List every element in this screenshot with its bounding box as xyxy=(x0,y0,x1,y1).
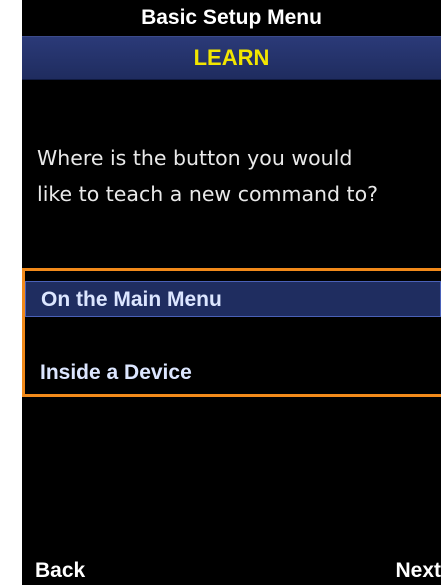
prompt-text: Where is the button you would like to te… xyxy=(37,146,379,206)
options-list: On the Main Menu Inside a Device xyxy=(22,268,441,397)
menu-title: Basic Setup Menu xyxy=(22,0,441,36)
softkey-bar: Back Next xyxy=(22,557,441,585)
back-button[interactable]: Back xyxy=(35,557,85,585)
option-main-menu[interactable]: On the Main Menu xyxy=(25,281,441,317)
option-inside-device[interactable]: Inside a Device xyxy=(25,355,441,391)
section-title: LEARN xyxy=(22,36,441,80)
remote-screen: Basic Setup Menu LEARN Where is the butt… xyxy=(22,0,441,585)
next-button[interactable]: Next xyxy=(395,557,441,585)
